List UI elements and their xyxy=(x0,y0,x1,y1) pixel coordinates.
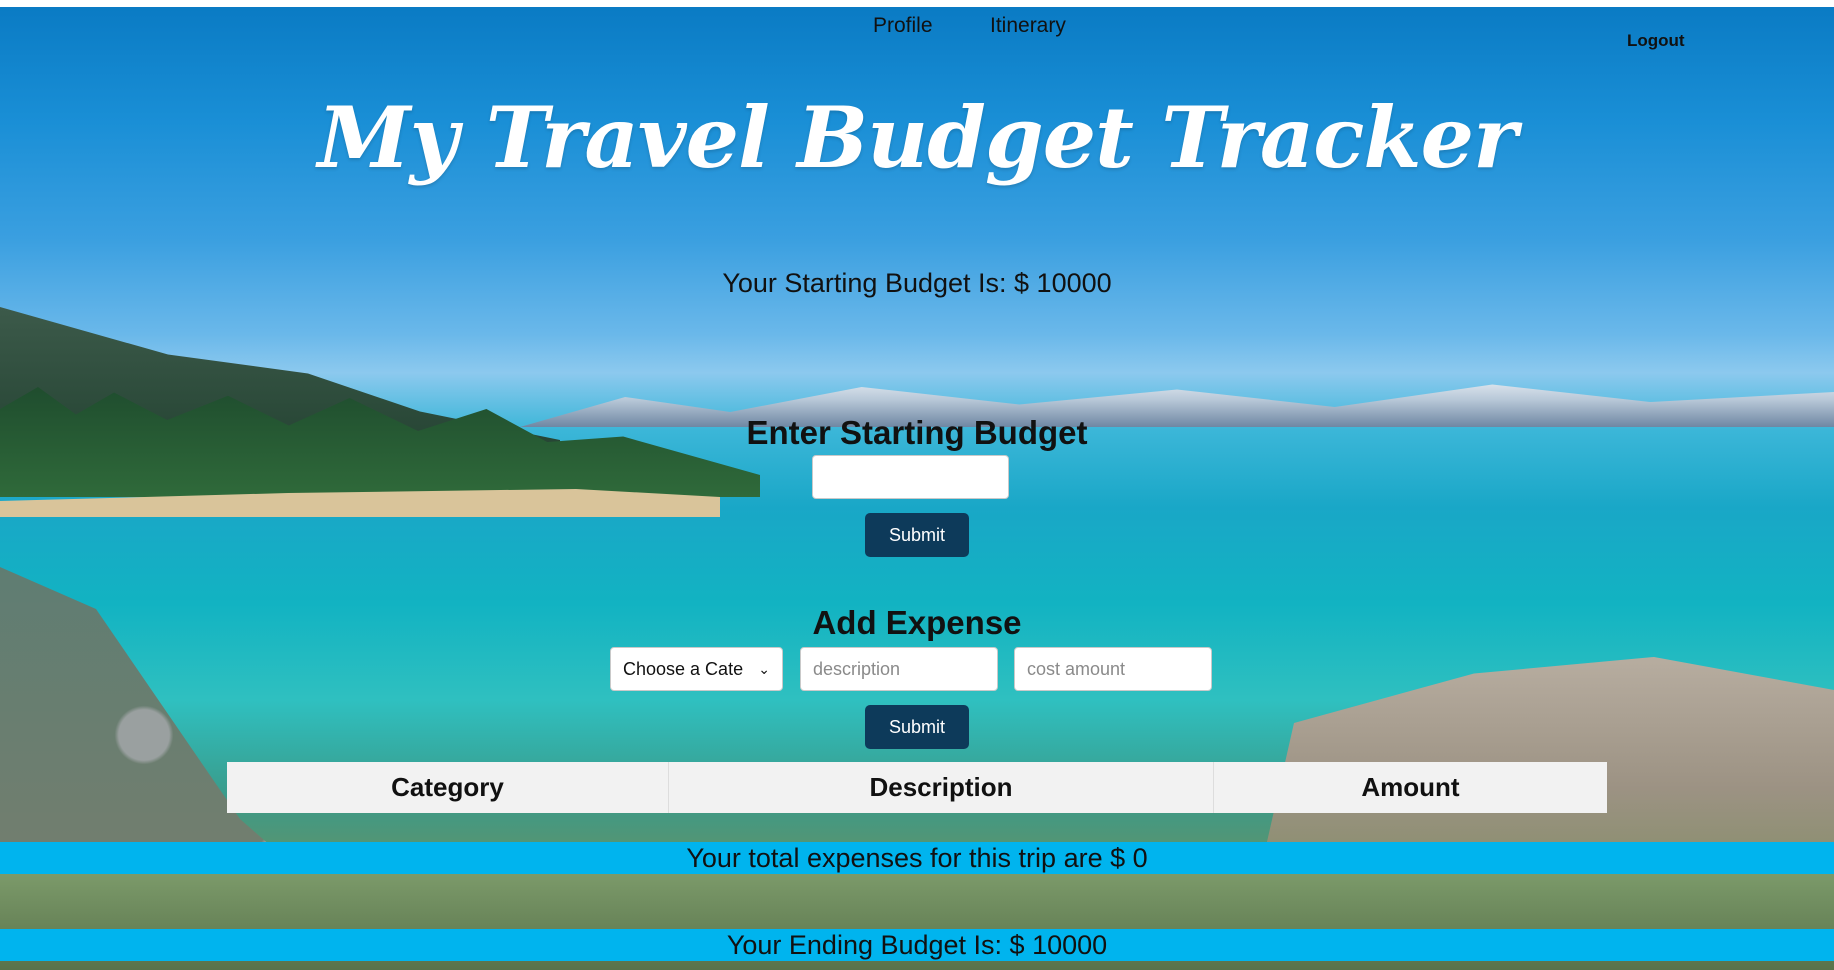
add-expense-heading: Add Expense xyxy=(812,604,1022,641)
logout-link[interactable]: Logout xyxy=(1627,31,1685,51)
top-nav: Profile Itinerary xyxy=(0,14,1834,44)
category-select[interactable]: Choose a Cate ⌄ xyxy=(610,647,783,691)
description-input[interactable]: description xyxy=(800,647,998,691)
nav-itinerary-link[interactable]: Itinerary xyxy=(990,14,1066,38)
cost-amount-input[interactable]: cost amount xyxy=(1014,647,1212,691)
nav-profile-link[interactable]: Profile xyxy=(873,14,933,38)
starting-budget-text: Your Starting Budget Is: $ 10000 xyxy=(722,268,1112,298)
submit-budget-button[interactable]: Submit xyxy=(865,513,969,557)
starting-budget-input[interactable] xyxy=(812,455,1009,499)
description-placeholder: description xyxy=(813,658,901,679)
column-header-category: Category xyxy=(227,762,669,813)
total-expenses-text: Your total expenses for this trip are $ … xyxy=(0,842,1834,874)
page-title: My Travel Budget Tracker xyxy=(317,88,1518,187)
column-header-description: Description xyxy=(669,762,1214,813)
column-header-amount: Amount xyxy=(1361,772,1460,802)
cost-amount-placeholder: cost amount xyxy=(1027,658,1126,679)
category-select-value: Choose a Cate xyxy=(623,658,744,679)
expenses-table-header: Category Description Amount xyxy=(227,762,1607,813)
ending-budget-text: Your Ending Budget Is: $ 10000 xyxy=(0,929,1834,961)
enter-budget-heading: Enter Starting Budget xyxy=(746,414,1088,451)
chevron-down-icon: ⌄ xyxy=(758,660,770,677)
submit-expense-button[interactable]: Submit xyxy=(865,705,969,749)
